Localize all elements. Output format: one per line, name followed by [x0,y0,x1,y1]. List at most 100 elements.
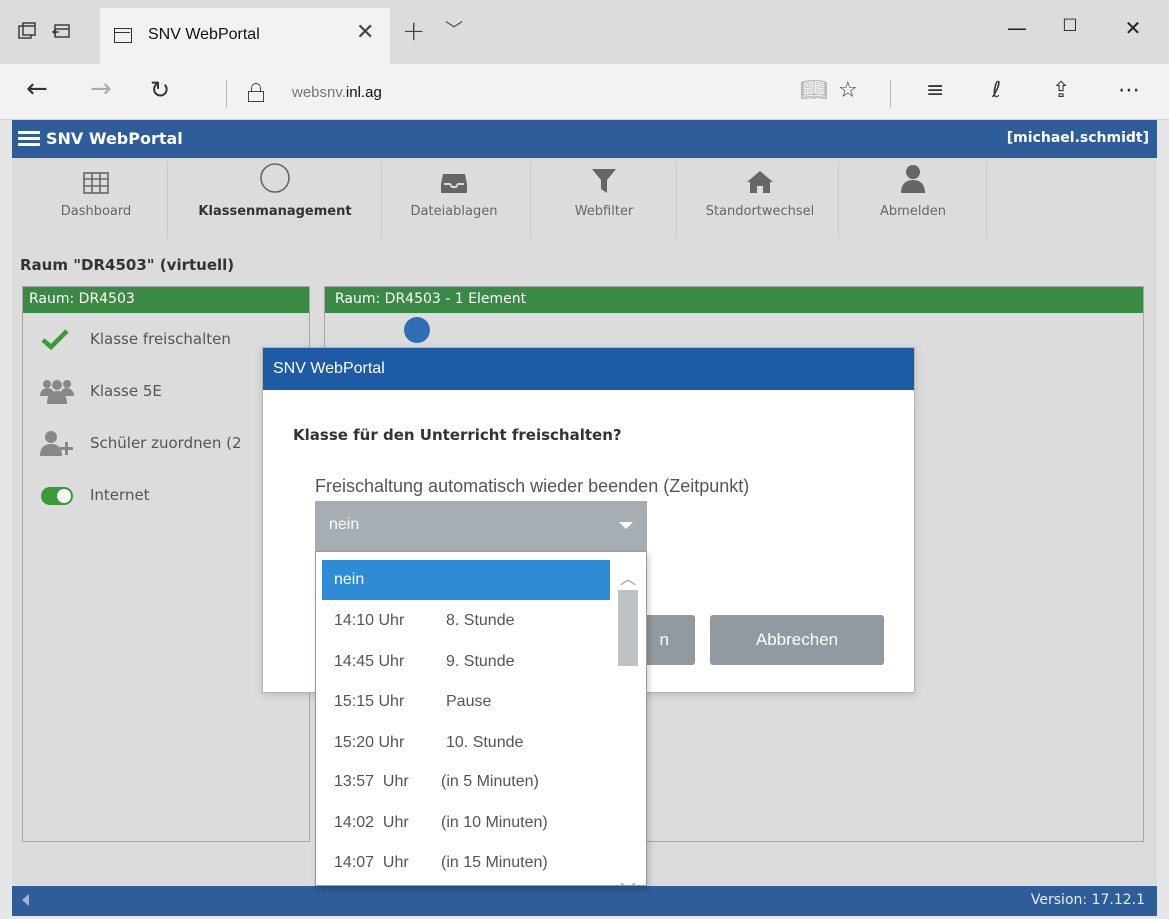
close-tab-icon[interactable]: ✕ [356,20,374,45]
toolbar-divider [167,162,168,238]
url-field[interactable]: websnv.inl.ag [292,84,382,101]
close-window-icon[interactable]: ✕ [1118,16,1148,40]
hub-icon[interactable]: ≡ [926,78,944,103]
action-label: Klasse freischalten [90,330,231,348]
more-icon[interactable]: ⋯ [1118,78,1140,103]
toolbar-webfilter[interactable]: Webfilter [544,158,664,240]
dropdown-option[interactable]: nein [322,560,610,600]
add-user-icon [40,430,74,456]
set-tabs-aside-icon[interactable] [50,20,72,42]
confirm-button-label: n [659,630,669,649]
scroll-thumb[interactable] [618,590,638,666]
toolbar-standortwechsel[interactable]: Standortwechsel [688,158,832,240]
toolbar-label: Klassenmanagement [198,204,352,219]
action-label: Internet [90,486,150,504]
tab-preview-icon[interactable] [16,20,38,42]
option-time: 14:10 Uhr [334,612,405,629]
dropdown-option[interactable]: 14:45 Uhr 9. Stunde [322,642,610,682]
chevron-down-icon[interactable]: ﹀ [445,16,463,42]
dropdown-option[interactable]: 14:10 Uhr 8. Stunde [322,601,610,641]
toolbar-label: Standortwechsel [705,204,815,219]
toolbar-dashboard[interactable]: Dashboard [40,158,152,240]
option-time: 14:45 Uhr [334,653,405,670]
separator [890,80,891,108]
toolbar-klassenmanagement[interactable]: Klassenmanagement [180,158,370,240]
collapse-arrow-icon[interactable] [22,894,29,906]
toggle-icon[interactable] [40,482,74,508]
option-label: nein [334,571,365,588]
toolbar-label: Abmelden [880,204,946,219]
option-desc: 9. Stunde [446,653,515,670]
toolbar-divider [676,162,677,238]
share-icon[interactable]: ⇪ [1052,78,1070,103]
minimize-icon[interactable]: — [1002,16,1032,40]
dropdown-scrollbar[interactable]: ︿ ﹀ [616,562,640,885]
option-time: 14:02 Uhr [334,814,409,831]
toolbar-divider [381,162,382,238]
option-time: 14:07 Uhr [334,854,409,871]
option-desc: 10. Stunde [446,734,524,751]
action-klasse-freischalten[interactable]: Klasse freischalten [40,324,231,354]
grid-icon [40,158,152,194]
maximize-icon[interactable]: ☐ [1055,16,1085,36]
browser-tab[interactable]: SNV WebPortal ✕ [100,8,390,64]
filter-icon [544,158,664,194]
end-time-dropdown: nein 14:10 Uhr 8. Stunde 14:45 Uhr 9. Stun… [315,551,647,886]
end-time-select[interactable]: nein [315,501,647,551]
toolbar-label: Dashboard [60,204,132,219]
action-klasse[interactable]: Klasse 5E [40,376,162,406]
forward-icon[interactable]: → [90,74,112,104]
user-name[interactable]: [michael.schmidt] [1007,130,1149,146]
dropdown-option[interactable]: 13:57 Uhr (in 5 Minuten) [322,762,610,802]
action-internet[interactable]: Internet [40,480,150,510]
app-header: SNV WebPortal [michael.schmidt] [12,120,1157,158]
option-time: 15:15 Uhr [334,693,405,710]
dropdown-option[interactable]: 15:15 Uhr Pause [322,682,610,722]
refresh-icon[interactable]: ↻ [150,76,170,104]
checkmark-icon [40,326,74,352]
lock-icon[interactable] [248,83,264,102]
separator [226,80,227,108]
dropdown-option[interactable]: 15:20 Uhr 10. Stunde [322,723,610,763]
browser-tab-bar: SNV WebPortal ✕ + ﹀ — ☐ ✕ [0,0,1169,64]
toolbar-dateiablagen[interactable]: Dateiablagen [392,158,516,240]
url-domain: inl.ag [345,84,382,101]
option-desc: (in 5 Minuten) [441,773,539,790]
action-label: Klasse 5E [90,382,162,400]
panel-header: Raum: DR4503 [23,287,309,313]
toolbar-abmelden[interactable]: Abmelden [850,158,976,240]
action-label: Schüler zuordnen (2 [90,434,242,452]
scroll-up-icon[interactable]: ︿ [616,568,640,588]
dialog-title: SNV WebPortal [263,348,914,390]
option-time: 13:57 Uhr [334,773,409,790]
circle-icon [180,158,370,194]
url-prefix: websnv. [292,84,346,101]
back-icon[interactable]: ← [26,74,48,104]
dropdown-option[interactable]: 14:02 Uhr (in 10 Minuten) [322,803,610,843]
cancel-button-label: Abbrechen [755,630,839,649]
scroll-down-icon[interactable]: ﹀ [616,880,640,885]
action-schueler-zuordnen[interactable]: Schüler zuordnen (2 [40,428,242,458]
toolbar-label: Dateiablagen [410,204,498,219]
menu-icon[interactable] [18,131,40,147]
page-icon [114,28,132,43]
inbox-icon [392,158,516,194]
panel-header: Raum: DR4503 - 1 Element [325,287,1143,313]
notes-icon[interactable]: ℓ [992,78,1001,103]
home-icon [688,158,832,194]
option-desc: Pause [446,693,492,710]
user-icon [850,158,976,194]
new-tab-icon[interactable]: + [402,14,425,47]
dialog-question: Klasse für den Unterricht freischalten? [293,426,622,444]
option-desc: (in 10 Minuten) [441,814,548,831]
reading-view-icon[interactable]: 📖︎ [800,78,828,103]
dropdown-option[interactable]: 14:07 Uhr (in 15 Minuten) [322,843,610,883]
group-icon [40,378,74,404]
star-icon[interactable]: ☆ [838,78,858,103]
cancel-button[interactable]: Abbrechen [710,615,884,665]
option-time: 15:20 Uhr [334,734,405,751]
toolbar-divider [838,162,839,238]
address-bar-row: ← → ↻ websnv.inl.ag 📖︎ ☆ ≡ ℓ ⇪ ⋯ [0,64,1169,120]
select-value: nein [329,516,360,533]
caret-down-icon [619,522,633,529]
